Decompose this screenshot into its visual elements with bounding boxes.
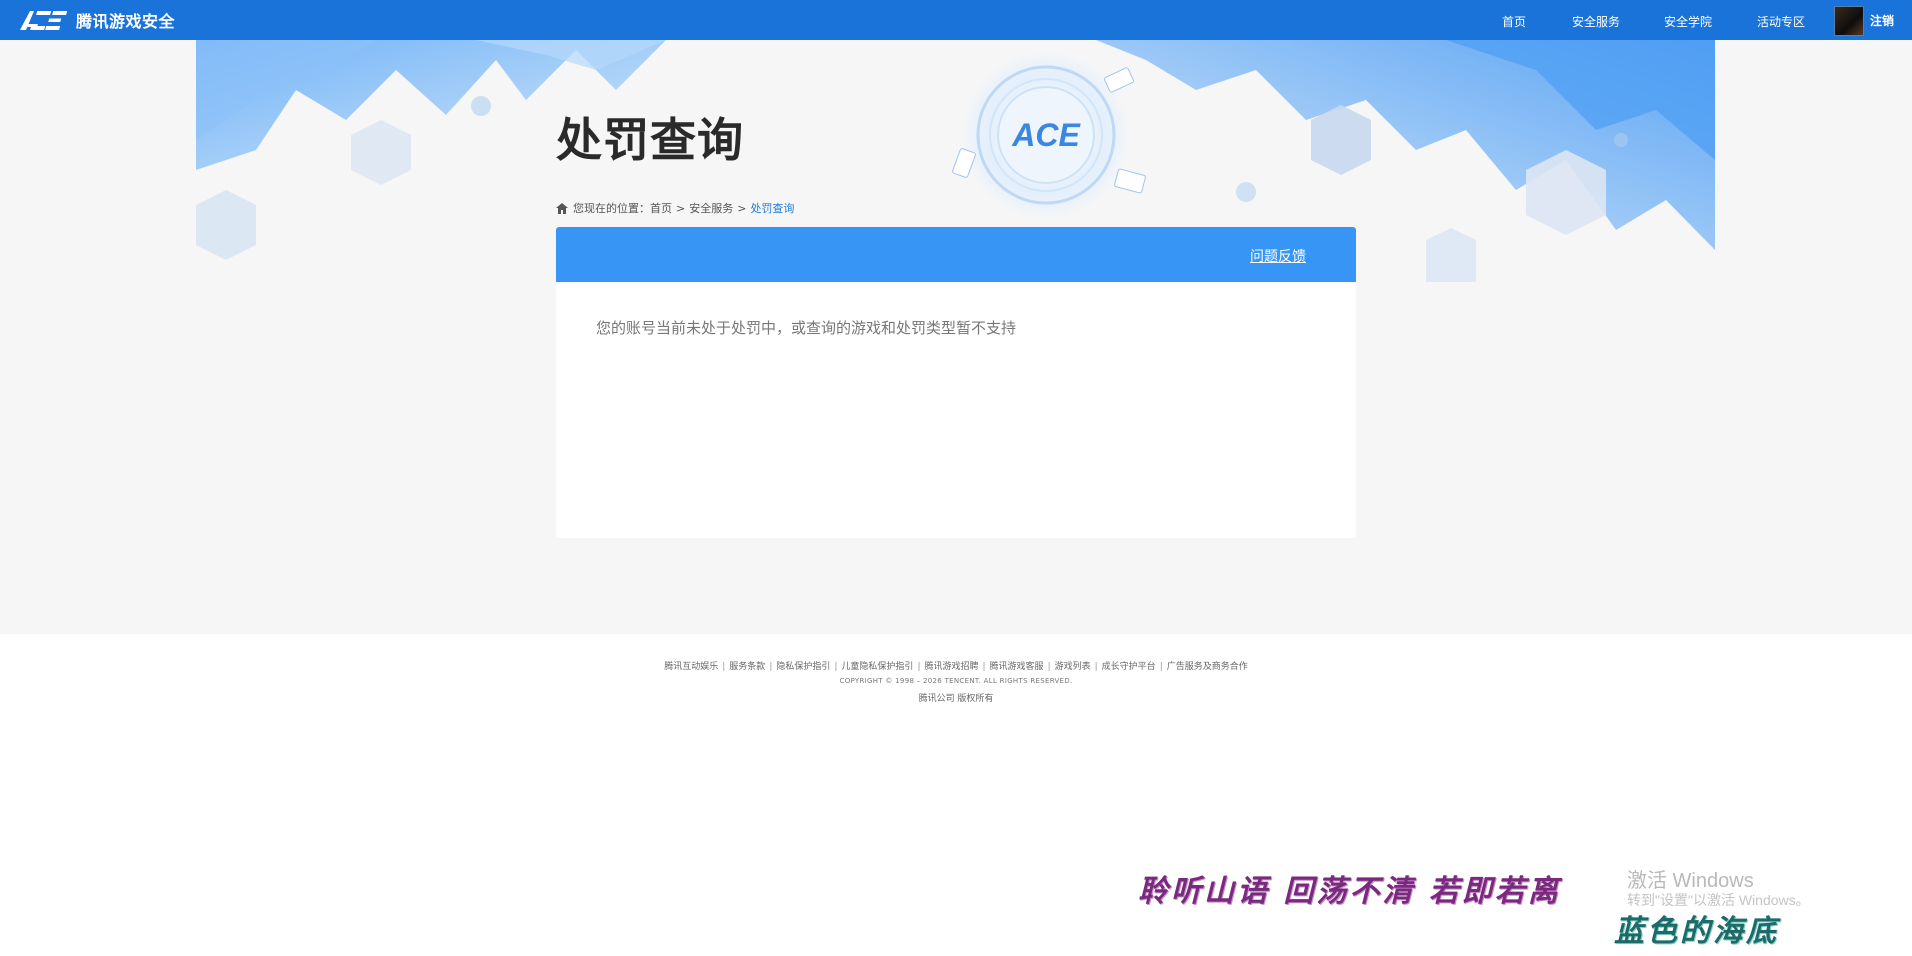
breadcrumb-separator: > [737, 201, 747, 215]
company-text: 腾讯公司 版权所有 [918, 694, 994, 704]
breadcrumb-separator: > [676, 201, 686, 215]
footer-link-terms[interactable]: 服务条款 [729, 662, 765, 672]
footer-link-child-privacy[interactable]: 儿童隐私保护指引 [841, 662, 913, 672]
breadcrumb-prefix: 您现在的位置： [573, 202, 650, 215]
top-navigation-bar: 腾讯游戏安全 首页 安全服务 安全学院 活动专区 注销 [0, 0, 1912, 40]
result-card-header [556, 227, 1356, 282]
logout-link[interactable]: 注销 [1870, 12, 1894, 29]
nav-security-service[interactable]: 安全服务 [1572, 13, 1620, 30]
user-avatar[interactable] [1834, 6, 1864, 36]
footer-link-jobs[interactable]: 腾讯游戏招聘 [924, 662, 978, 672]
breadcrumb: 您现在的位置： 首页 > 安全服务 > 处罚查询 [556, 200, 794, 216]
ace-logo-icon [20, 11, 68, 30]
nav-events[interactable]: 活动专区 [1757, 13, 1805, 30]
copyright-text: COPYRIGHT © 1998 – 2026 TENCENT. ALL RIG… [839, 677, 1073, 685]
footer-links: 腾讯互动娱乐 | 服务条款 | 隐私保护指引 | 儿童隐私保护指引 | 腾讯游戏招聘 | 腾讯游戏客… [664, 662, 1248, 672]
wallpaper-poem-line-1: 聆听山语 回荡不清 若即若离 [1138, 874, 1561, 909]
site-logo[interactable]: 腾讯游戏安全 [18, 7, 175, 33]
breadcrumb-current: 处罚查询 [750, 202, 795, 215]
logo-text: 腾讯游戏安全 [76, 12, 176, 31]
page-title: 处罚查询 [556, 113, 744, 167]
footer-link-ads[interactable]: 广告服务及商务合作 [1167, 662, 1248, 672]
banner-emblem-text: ACE [1011, 117, 1081, 153]
result-message: 您的账号当前未处于处罚中，或查询的游戏和处罚类型暂不支持 [596, 319, 1017, 337]
home-icon [556, 202, 568, 214]
footer-link-growth-guard[interactable]: 成长守护平台 [1102, 662, 1156, 672]
nav-security-academy[interactable]: 安全学院 [1664, 13, 1712, 30]
footer-link-tencent-ieg[interactable]: 腾讯互动娱乐 [664, 662, 718, 672]
footer-link-privacy[interactable]: 隐私保护指引 [776, 662, 830, 672]
wallpaper-poem-line-2: 蓝色的海底 [1614, 914, 1779, 949]
breadcrumb-security-service[interactable]: 安全服务 [689, 200, 733, 216]
nav-home[interactable]: 首页 [1502, 13, 1526, 30]
footer-link-game-list[interactable]: 游戏列表 [1055, 662, 1091, 672]
windows-activation-title: 激活 Windows [1627, 870, 1754, 892]
feedback-link[interactable]: 问题反馈 [1250, 246, 1306, 266]
breadcrumb-home[interactable]: 首页 [650, 200, 672, 216]
footer-link-support[interactable]: 腾讯游戏客服 [990, 662, 1044, 672]
